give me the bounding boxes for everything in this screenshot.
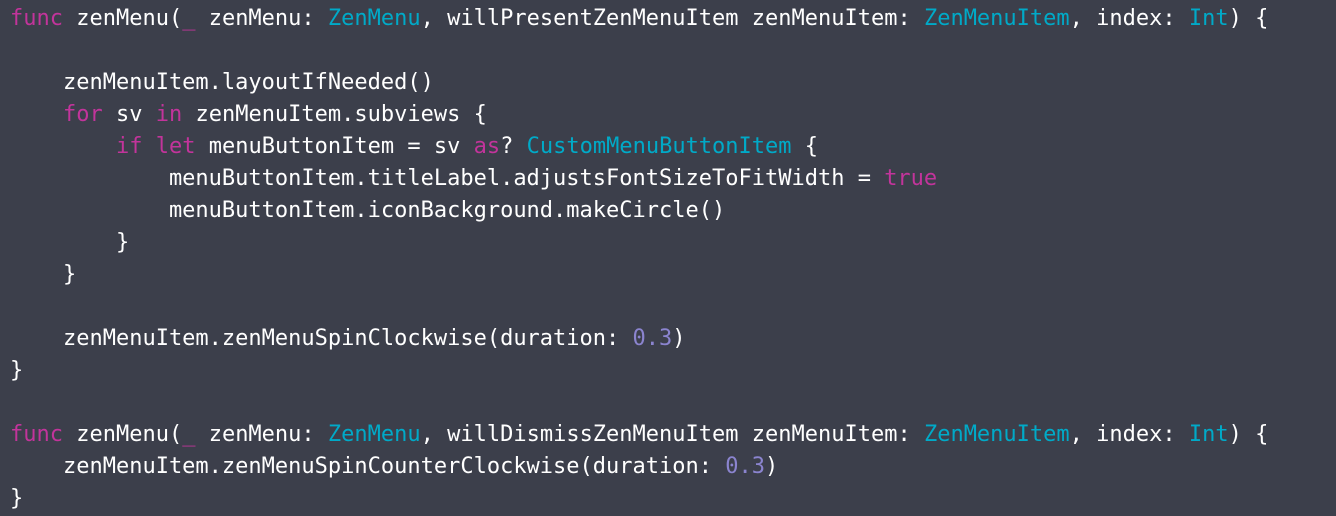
number-literal: 0.3 — [725, 454, 765, 479]
type-token: ZenMenu — [327, 6, 421, 31]
code-line: } — [10, 259, 1336, 291]
code-line: zenMenuItem.layoutIfNeeded() — [10, 67, 1336, 99]
code-line: } — [10, 483, 1336, 515]
code-text: menuButtonItem.titleLabel.adjustsFontSiz… — [10, 166, 885, 191]
code-text: menuButtonItem.iconBackground.makeCircle… — [10, 198, 726, 223]
code-line: menuButtonItem.iconBackground.makeCircle… — [10, 195, 1336, 227]
code-text: zenMenu: — [195, 6, 328, 31]
code-editor[interactable]: func zenMenu(_ zenMenu: ZenMenu, willPre… — [0, 0, 1336, 516]
keyword-token: _ — [182, 6, 196, 31]
code-text: ) — [765, 454, 779, 479]
code-line: zenMenuItem.zenMenuSpinCounterClockwise(… — [10, 451, 1336, 483]
code-text: , index: — [1069, 6, 1189, 31]
code-text: zenMenuItem.zenMenuSpinClockwise(duratio… — [10, 326, 633, 351]
type-token: Int — [1188, 6, 1229, 31]
code-line: for sv in zenMenuItem.subviews { — [10, 99, 1336, 131]
code-line: } — [10, 355, 1336, 387]
keyword-token: let — [155, 134, 196, 159]
type-token: CustomMenuButtonItem — [526, 134, 792, 159]
code-text: zenMenuItem.subviews { — [182, 102, 487, 127]
code-line: menuButtonItem.titleLabel.adjustsFontSiz… — [10, 163, 1336, 195]
keyword-token: for — [62, 102, 103, 127]
keyword-token: true — [884, 166, 938, 191]
code-text: , willDismissZenMenuItem zenMenuItem: — [420, 422, 924, 447]
code-text: zenMenu( — [62, 6, 183, 31]
code-text: , willPresentZenMenuItem zenMenuItem: — [420, 6, 924, 31]
code-text: ) { — [1228, 6, 1269, 31]
code-text: } — [10, 262, 77, 287]
code-text: ? — [500, 134, 527, 159]
code-line: func zenMenu(_ zenMenu: ZenMenu, willDis… — [10, 419, 1336, 451]
keyword-token: if — [115, 134, 143, 159]
code-line: } — [10, 227, 1336, 259]
type-token: ZenMenuItem — [923, 6, 1070, 31]
code-text: zenMenu: — [195, 422, 328, 447]
code-text: ) { — [1228, 422, 1269, 447]
code-text: sv — [102, 102, 156, 127]
type-token: ZenMenuItem — [923, 422, 1070, 447]
code-text: } — [10, 486, 24, 511]
code-text: , index: — [1069, 422, 1189, 447]
keyword-token: _ — [182, 422, 196, 447]
code-text: zenMenuItem.layoutIfNeeded() — [10, 70, 434, 95]
type-token: ZenMenu — [327, 422, 421, 447]
code-text: zenMenu( — [62, 422, 183, 447]
code-text: } — [10, 358, 24, 383]
code-text: { — [791, 134, 819, 159]
code-text: zenMenuItem.zenMenuSpinCounterClockwise(… — [10, 454, 726, 479]
code-text: menuButtonItem = sv — [195, 134, 474, 159]
keyword-token: in — [155, 102, 183, 127]
code-line: func zenMenu(_ zenMenu: ZenMenu, willPre… — [10, 3, 1336, 35]
code-text: } — [10, 230, 130, 255]
keyword-token: func — [10, 6, 63, 31]
keyword-token: as — [473, 134, 501, 159]
code-line: if let menuButtonItem = sv as? CustomMen… — [10, 131, 1336, 163]
type-token: Int — [1188, 422, 1229, 447]
code-block[interactable]: func zenMenu(_ zenMenu: ZenMenu, willPre… — [10, 3, 1336, 515]
code-line: zenMenuItem.zenMenuSpinClockwise(duratio… — [10, 323, 1336, 355]
keyword-token: func — [10, 422, 63, 447]
number-literal: 0.3 — [632, 326, 673, 351]
code-text: ) — [672, 326, 686, 351]
